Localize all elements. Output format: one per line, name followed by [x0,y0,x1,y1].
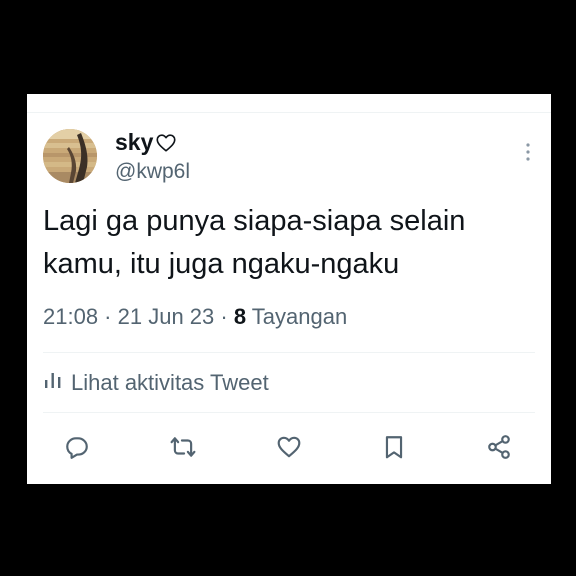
bookmark-button[interactable] [376,429,412,465]
view-activity-label: Lihat aktivitas Tweet [71,370,269,395]
like-button[interactable] [271,429,307,465]
view-count: 8 [233,304,247,329]
action-bar [27,429,551,465]
avatar[interactable] [43,129,97,183]
reply-icon [66,437,88,459]
tweet-text-line-1: Lagi ga punya siapa-siapa selain [43,205,466,237]
like-icon [277,436,301,458]
tweet-time[interactable]: 21:08 [43,304,98,329]
meta-separator: · [98,304,118,329]
tweet-text-line-2: kamu, itu juga ngaku-ngaku [43,248,400,280]
analytics-icon [43,370,63,396]
reply-button[interactable] [59,429,95,465]
tweet-meta: 21:08 · 21 Jun 23 · 8 Tayangan [43,304,347,330]
divider [43,412,535,413]
retweet-button[interactable] [165,429,201,465]
bookmark-icon [385,436,403,459]
view-activity-link[interactable]: Lihat aktivitas Tweet [43,370,269,396]
view-label: Tayangan [251,304,348,329]
heart-outline-icon [155,132,177,154]
tweet-card: sky @kwp6l Lagi ga punya siapa-siapa sel… [27,94,551,484]
more-options-icon[interactable] [525,142,531,162]
divider [43,352,535,353]
display-name-text: sky [115,129,154,155]
user-handle[interactable]: @kwp6l [115,160,190,184]
tweet-text: Lagi ga punya siapa-siapa selain kamu, i… [43,200,539,286]
tweet-date[interactable]: 21 Jun 23 [118,304,215,329]
top-divider [27,112,551,113]
share-icon [488,435,510,459]
share-button[interactable] [481,429,517,465]
retweet-icon [170,437,196,457]
display-name[interactable]: sky [115,129,177,156]
meta-separator: · [214,304,234,329]
